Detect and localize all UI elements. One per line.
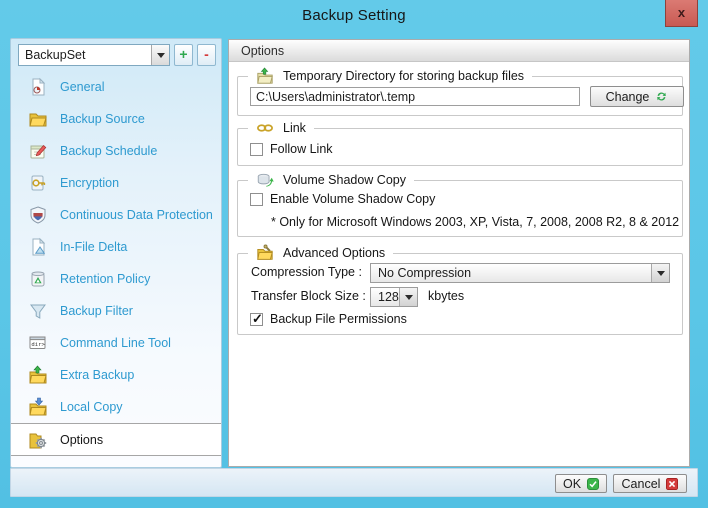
enable-vsc-row[interactable]: Enable Volume Shadow Copy: [250, 192, 435, 206]
link-group: Link Follow Link: [237, 119, 683, 166]
refresh-icon: [655, 90, 668, 103]
sidebar-item-general[interactable]: General: [11, 71, 221, 103]
compression-type-arrow[interactable]: [651, 264, 669, 282]
sidebar-item-label: Local Copy: [60, 400, 123, 414]
transfer-block-size-value: 128: [378, 290, 399, 304]
sidebar-item-label: Backup Source: [60, 112, 145, 126]
follow-link-checkbox[interactable]: [250, 142, 263, 156]
icon-in-file-delta: [28, 237, 48, 257]
sidebar-item-in-file-delta[interactable]: In-File Delta: [11, 231, 221, 263]
icon-filter: [28, 301, 48, 321]
sidebar-item-continuous-data-protection[interactable]: Continuous Data Protection: [11, 199, 221, 231]
icon-backup-source: [28, 109, 48, 129]
sidebar-item-backup-filter[interactable]: Backup Filter: [11, 295, 221, 327]
icon-backup-schedule: [28, 141, 48, 161]
cancel-button[interactable]: Cancel: [613, 474, 687, 493]
transfer-block-size-unit: kbytes: [428, 289, 465, 303]
compression-type-label: Compression Type :: [251, 265, 362, 279]
sidebar-item-options[interactable]: Options: [11, 423, 221, 456]
advanced-options-title: Advanced Options: [283, 246, 386, 260]
temp-directory-input[interactable]: [250, 87, 580, 106]
temp-directory-title: Temporary Directory for storing backup f…: [283, 69, 525, 83]
backupset-select-arrow[interactable]: [151, 45, 169, 65]
volume-shadow-copy-title: Volume Shadow Copy: [283, 173, 406, 187]
sidebar-item-label: Encryption: [60, 176, 120, 190]
chevron-down-icon: [656, 270, 665, 276]
sidebar-item-label: Backup Filter: [60, 304, 133, 318]
plus-icon: +: [179, 46, 188, 62]
backup-setting-dialog: Backup Setting x BackupSet + - General B…: [0, 0, 708, 508]
sidebar-item-local-copy[interactable]: Local Copy: [11, 391, 221, 423]
backup-file-permissions-label: Backup File Permissions: [270, 312, 407, 326]
sidebar-item-retention-policy[interactable]: Retention Policy: [11, 263, 221, 295]
icon-cmd: [28, 333, 48, 353]
temp-folder-icon: [256, 67, 274, 85]
link-icon: [256, 119, 274, 137]
vsc-note: * Only for Microsoft Windows 2003, XP, V…: [271, 215, 680, 229]
change-button[interactable]: Change: [590, 86, 684, 107]
sidebar-item-label: General: [60, 80, 105, 94]
follow-link-row[interactable]: Follow Link: [250, 142, 333, 156]
sidebar-item-command-line-tool[interactable]: Command Line Tool: [11, 327, 221, 359]
backupset-row: BackupSet + -: [18, 44, 218, 66]
window-title: Backup Setting: [302, 7, 406, 24]
add-backupset-button[interactable]: +: [174, 44, 193, 66]
cancel-x-icon: [666, 478, 678, 490]
sidebar-item-label: Backup Schedule: [60, 144, 158, 158]
volume-shadow-copy-group: Volume Shadow Copy Enable Volume Shadow …: [237, 171, 683, 237]
icon-retention: [28, 269, 48, 289]
compression-type-select[interactable]: No Compression: [370, 263, 670, 283]
sidebar-item-label: Retention Policy: [60, 272, 151, 286]
sidebar-item-label: In-File Delta: [60, 240, 128, 254]
enable-vsc-label: Enable Volume Shadow Copy: [270, 192, 436, 206]
transfer-block-size-select[interactable]: 128: [370, 287, 418, 307]
panel-header: Options: [229, 40, 689, 62]
advanced-options-icon: [256, 244, 274, 262]
icon-general: [28, 77, 48, 97]
icon-extra-backup: [28, 365, 48, 385]
ok-check-icon: [587, 478, 599, 490]
sidebar-item-label: Continuous Data Protection: [60, 208, 213, 222]
remove-backupset-button[interactable]: -: [197, 44, 216, 66]
sidebar-item-encryption[interactable]: Encryption: [11, 167, 221, 199]
sidebar-item-extra-backup[interactable]: Extra Backup: [11, 359, 221, 391]
icon-options: [28, 430, 48, 450]
sidebar-item-label: Extra Backup: [60, 368, 135, 382]
sidebar: BackupSet + - General Backup Source Back…: [10, 38, 222, 468]
chevron-down-icon: [404, 294, 413, 300]
backupset-select[interactable]: BackupSet: [18, 44, 170, 66]
sidebar-item-backup-schedule[interactable]: Backup Schedule: [11, 135, 221, 167]
volume-shadow-copy-icon: [256, 171, 274, 189]
transfer-block-size-arrow[interactable]: [399, 288, 417, 306]
sidebar-item-backup-source[interactable]: Backup Source: [11, 103, 221, 135]
minus-icon: -: [204, 46, 209, 62]
sidebar-item-label: Options: [60, 432, 104, 447]
backup-file-permissions-row[interactable]: Backup File Permissions: [250, 311, 407, 327]
close-button[interactable]: x: [665, 0, 698, 27]
backupset-select-value: BackupSet: [25, 48, 86, 62]
icon-local-copy: [28, 397, 48, 417]
link-title: Link: [283, 121, 306, 135]
footer-bar: OK Cancel: [10, 468, 698, 497]
panel-header-title: Options: [241, 44, 285, 58]
close-icon: x: [677, 5, 686, 20]
enable-vsc-checkbox[interactable]: [250, 192, 263, 206]
compression-type-value: No Compression: [378, 266, 472, 280]
transfer-block-size-label: Transfer Block Size :: [251, 289, 366, 303]
chevron-down-icon: [156, 52, 165, 58]
icon-encryption: [28, 173, 48, 193]
ok-button[interactable]: OK: [555, 474, 607, 493]
sidebar-menu: General Backup Source Backup Schedule En…: [11, 71, 221, 456]
temp-directory-group: Temporary Directory for storing backup f…: [237, 67, 684, 116]
advanced-options-group: Advanced Options Compression Type : No C…: [237, 244, 683, 335]
icon-cdp: [28, 205, 48, 225]
follow-link-label: Follow Link: [270, 142, 333, 156]
sidebar-item-label: Command Line Tool: [60, 336, 171, 350]
options-panel: Options Temporary Directory for storing …: [228, 39, 690, 467]
backup-file-permissions-checkbox[interactable]: [250, 311, 263, 327]
